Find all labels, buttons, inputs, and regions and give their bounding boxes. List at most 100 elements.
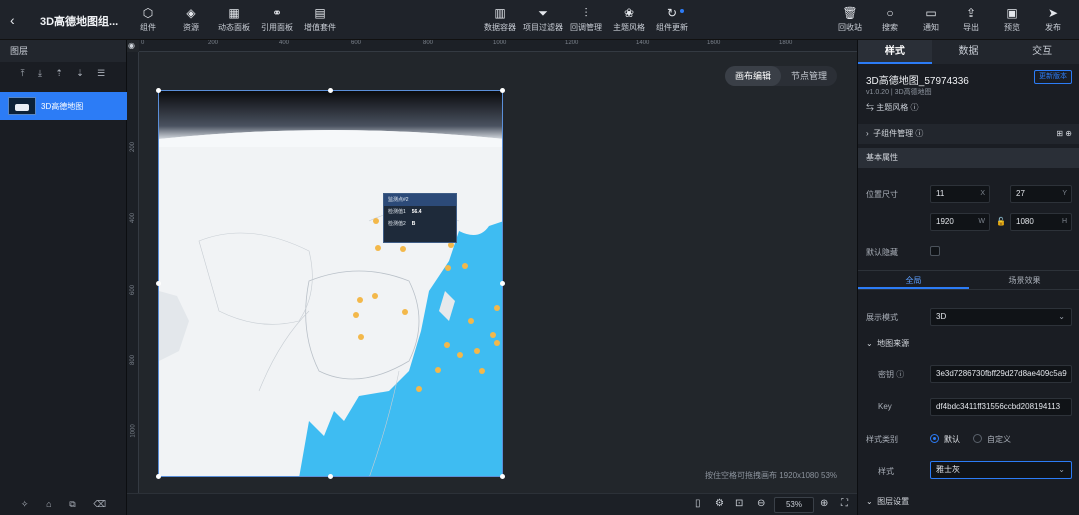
radio-default[interactable] bbox=[930, 434, 939, 443]
display-mode-label: 展示模式 bbox=[866, 313, 898, 322]
app-title: 3D高德地图组... bbox=[40, 16, 119, 28]
tab-data[interactable]: 数据 bbox=[932, 40, 1006, 64]
addon-kit-icon: ▤ bbox=[314, 6, 326, 20]
map-source-section[interactable]: ⌄ 地图来源 bbox=[866, 338, 909, 349]
config-tabs: 样式 数据 交互 bbox=[858, 40, 1079, 64]
layer-item-3d-map[interactable]: 3D高德地图 bbox=[0, 92, 127, 120]
component-name: 3D高德地图_57974336 bbox=[866, 76, 969, 87]
panel-toggle-icon[interactable]: ▯ bbox=[695, 498, 701, 509]
move-top-icon[interactable]: ⤒ bbox=[21, 68, 25, 79]
width-input[interactable]: 1920 W bbox=[930, 213, 990, 231]
layer-tools: ⤒ ⤓ ⇡ ⇣ ☰ bbox=[0, 62, 126, 84]
tab-style[interactable]: 样式 bbox=[858, 40, 932, 64]
style-subtabs: 全局 场景效果 bbox=[858, 270, 1079, 290]
zoom-level[interactable]: 53% bbox=[774, 497, 814, 513]
dynamic-panel-icon: ▦ bbox=[228, 6, 240, 20]
resize-handle-bl[interactable] bbox=[156, 474, 161, 479]
subtab-global[interactable]: 全局 bbox=[858, 271, 969, 289]
basic-props-section: 基本属性 bbox=[858, 148, 1079, 168]
chevron-down-icon: ⌄ bbox=[1058, 312, 1065, 321]
radio-custom[interactable] bbox=[973, 434, 982, 443]
resize-handle-l[interactable] bbox=[156, 281, 161, 286]
resize-handle-b[interactable] bbox=[328, 474, 333, 479]
radio-default-label: 默认 bbox=[944, 435, 960, 444]
3d-map-illustration bbox=[159, 91, 502, 476]
style-type-label: 样式类别 bbox=[866, 435, 898, 444]
layers-panel: 图层 ⤒ ⤓ ⇡ ⇣ ☰ 3D高德地图 ✧ ⌂ ⧉ ⌫ bbox=[0, 40, 127, 515]
canvas-area[interactable]: 0 200 400 600 800 1000 1200 1400 1600 18… bbox=[127, 40, 857, 515]
resize-handle-tl[interactable] bbox=[156, 88, 161, 93]
secret-label: 密钥 ⓘ bbox=[878, 370, 905, 379]
move-bottom-icon[interactable]: ⤓ bbox=[38, 68, 42, 79]
component-icon: ⬡ bbox=[142, 6, 154, 20]
update-version-button[interactable]: 更新版本 bbox=[1034, 70, 1072, 84]
tool-addon-kit[interactable]: ▤ 增值套件 bbox=[298, 5, 342, 35]
delete-icon[interactable]: ⌫ bbox=[93, 499, 106, 510]
resize-handle-t[interactable] bbox=[328, 88, 333, 93]
resize-handle-r[interactable] bbox=[500, 281, 505, 286]
mode-node-manage[interactable]: 节点管理 bbox=[781, 66, 837, 86]
y-input[interactable]: 27 Y bbox=[1010, 185, 1072, 203]
theme-style-link[interactable]: ⇆ 主题风格 ⓘ bbox=[866, 102, 918, 113]
map-style-label: 样式 bbox=[878, 467, 894, 476]
folder-plus-icon[interactable]: ⊞ ⊕ bbox=[1056, 124, 1072, 144]
key-input[interactable]: df4bdc3411ff31556ccbd208194113 bbox=[930, 398, 1072, 416]
fit-icon[interactable]: ⊡ bbox=[735, 498, 743, 509]
default-hidden-checkbox[interactable] bbox=[930, 246, 940, 256]
tool-publish[interactable]: ➤ 发布 bbox=[1031, 5, 1075, 35]
x-input[interactable]: 11 X bbox=[930, 185, 990, 203]
layers-title: 图层 bbox=[0, 40, 126, 62]
zoom-out-icon[interactable]: ⊖ bbox=[757, 498, 765, 509]
preview-icon: ▣ bbox=[1006, 6, 1018, 20]
export-icon: ⇪ bbox=[965, 6, 977, 20]
message-icon: ▭ bbox=[925, 6, 937, 20]
link-panel-icon: ⚭ bbox=[271, 6, 283, 20]
eye-icon[interactable]: ◉ bbox=[128, 41, 138, 51]
fullscreen-icon[interactable]: ⛶ bbox=[841, 498, 848, 509]
tool-component-update[interactable]: ↻ 组件更新 bbox=[650, 5, 694, 35]
move-down-icon[interactable]: ⇣ bbox=[76, 68, 84, 79]
refresh-icon: ↻ bbox=[666, 6, 678, 20]
lock-icon[interactable]: ⌂ bbox=[46, 499, 51, 509]
mode-canvas-edit[interactable]: 画布编辑 bbox=[725, 66, 782, 86]
palette-icon: ❀ bbox=[623, 6, 635, 20]
layer-bottom-tools: ✧ ⌂ ⧉ ⌫ bbox=[0, 493, 127, 515]
bulb-icon[interactable]: ✧ bbox=[21, 499, 29, 510]
radio-custom-label: 自定义 bbox=[987, 435, 1011, 444]
key-label: Key bbox=[878, 402, 892, 411]
marker-popup: 监测点#2 检测值1 56.4 检测值2 B bbox=[383, 193, 457, 243]
trash-icon: 🗑 bbox=[842, 6, 858, 20]
map-style-select[interactable]: 雅士灰 ⌄ bbox=[930, 461, 1072, 479]
position-size-label: 位置尺寸 bbox=[866, 190, 898, 199]
sliders-icon: ⫶ bbox=[584, 6, 588, 20]
resize-handle-tr[interactable] bbox=[500, 88, 505, 93]
map-stage[interactable] bbox=[158, 90, 503, 477]
top-toolbar: ‹ 3D高德地图组... ⬡ 组件 ◈ 资源 ▦ 动态面板 ⚭ 引用面板 ▤ 增值套件 ▥… bbox=[0, 0, 1079, 40]
component-version: v1.0.20 | 3D高德地图 bbox=[866, 89, 932, 96]
resource-icon: ◈ bbox=[186, 6, 196, 20]
copy-icon[interactable]: ⧉ bbox=[69, 499, 75, 510]
canvas-hint: 按住空格可拖拽画布 1920x1080 53% bbox=[705, 471, 838, 480]
height-input[interactable]: 1080 H bbox=[1010, 213, 1072, 231]
popup-row-1: 检测值1 56.4 bbox=[388, 209, 422, 215]
popup-row-2: 检测值2 B bbox=[388, 221, 416, 227]
aspect-lock-icon[interactable]: 🔓 bbox=[996, 217, 1006, 226]
back-arrow-icon[interactable]: ‹ bbox=[10, 12, 26, 28]
vertical-ruler: 200 400 600 800 1000 bbox=[127, 52, 139, 515]
secret-input[interactable]: 3e3d7286730fbff29d27d8ae409c5a9 bbox=[930, 365, 1072, 383]
zoom-in-icon[interactable]: ⊕ bbox=[820, 498, 828, 509]
settings-icon[interactable]: ⚙ bbox=[715, 498, 724, 509]
tab-interaction[interactable]: 交互 bbox=[1005, 40, 1079, 64]
layer-item-label: 3D高德地图 bbox=[41, 102, 84, 111]
sub-component-section[interactable]: › 子组件管理 ⓘ ⊞ ⊕ bbox=[858, 124, 1079, 144]
bar-chart-icon: ▥ bbox=[494, 6, 506, 20]
layer-thumbnail bbox=[8, 97, 36, 115]
move-up-icon[interactable]: ⇡ bbox=[55, 68, 63, 79]
resize-handle-br[interactable] bbox=[500, 474, 505, 479]
update-dot bbox=[680, 9, 684, 13]
horizontal-ruler: 0 200 400 600 800 1000 1200 1400 1600 18… bbox=[139, 40, 857, 52]
display-mode-select[interactable]: 3D ⌄ bbox=[930, 308, 1072, 326]
subtab-scene[interactable]: 场景效果 bbox=[969, 271, 1079, 289]
layer-settings-section[interactable]: ⌄ 图层设置 bbox=[866, 496, 909, 507]
list-view-icon[interactable]: ☰ bbox=[97, 68, 105, 79]
